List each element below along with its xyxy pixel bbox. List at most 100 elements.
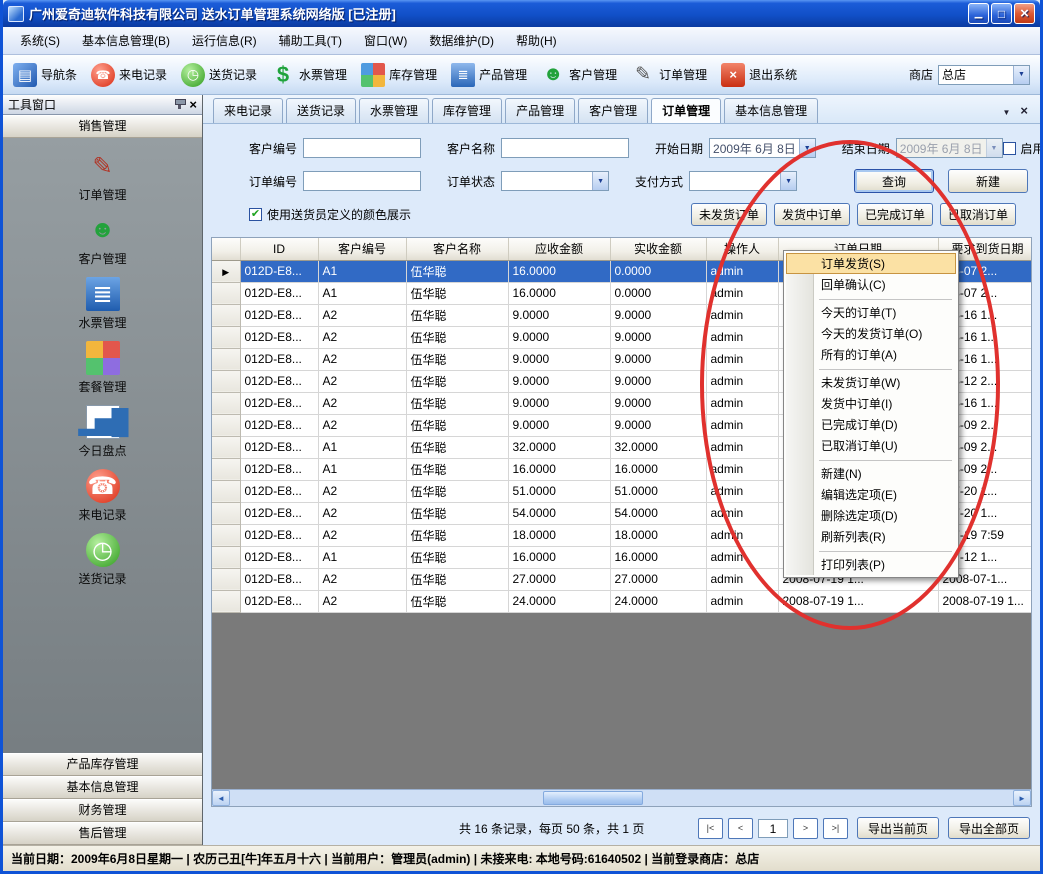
row-selector[interactable] <box>212 348 240 370</box>
menu-system[interactable]: 系统(S) <box>9 28 71 53</box>
menu-item-completed-orders[interactable]: 已完成订单(D) <box>786 414 956 435</box>
menu-item-today-orders[interactable]: 今天的订单(T) <box>786 302 956 323</box>
row-selector[interactable] <box>212 568 240 590</box>
sidebar-water-ticket-mgmt[interactable]: 水票管理 <box>3 270 202 334</box>
next-page-button[interactable]: > <box>793 818 818 839</box>
toolbar-inventory-button[interactable]: 库存管理 <box>355 60 443 90</box>
section-product-inventory[interactable]: 产品库存管理 <box>3 753 202 776</box>
menu-item-ship-order[interactable]: 订单发货(S) <box>786 253 956 274</box>
section-after-sales[interactable]: 售后管理 <box>3 822 202 845</box>
store-select[interactable]: 总店 <box>938 65 1030 85</box>
minimize-button[interactable] <box>968 3 989 24</box>
row-selector[interactable] <box>212 590 240 612</box>
scrollbar-thumb[interactable] <box>543 791 643 805</box>
row-selector[interactable] <box>212 304 240 326</box>
menu-tools[interactable]: 辅助工具(T) <box>268 28 353 53</box>
sidebar-daily-check[interactable]: 今日盘点 <box>3 398 202 462</box>
row-selector[interactable] <box>212 546 240 568</box>
column-header[interactable]: 操作人 <box>706 238 778 260</box>
menu-item-shipping-orders[interactable]: 发货中订单(I) <box>786 393 956 414</box>
close-button[interactable] <box>1014 3 1035 24</box>
delivery-color-checkbox[interactable] <box>249 208 262 221</box>
tab-dropdown-icon[interactable] <box>1002 104 1010 118</box>
horizontal-scrollbar[interactable] <box>212 789 1031 806</box>
customer-name-input[interactable] <box>501 138 629 158</box>
column-header[interactable] <box>212 238 240 260</box>
menu-window[interactable]: 窗口(W) <box>353 28 418 53</box>
filter-cancelled-button[interactable]: 已取消订单 <box>940 203 1016 226</box>
page-number-input[interactable]: 1 <box>758 819 788 838</box>
order-status-select[interactable] <box>501 171 609 191</box>
tab-delivery-log[interactable]: 送货记录 <box>286 98 356 123</box>
first-page-button[interactable]: |< <box>698 818 723 839</box>
column-header[interactable]: ID <box>240 238 318 260</box>
scroll-right-icon[interactable] <box>1013 790 1031 806</box>
new-button[interactable]: 新建 <box>948 169 1028 193</box>
menu-item-delete-selected[interactable]: 删除选定项(D) <box>786 505 956 526</box>
menu-item-new[interactable]: 新建(N) <box>786 463 956 484</box>
menu-item-today-shipments[interactable]: 今天的发货订单(O) <box>786 323 956 344</box>
prev-page-button[interactable]: < <box>728 818 753 839</box>
column-header[interactable]: 客户名称 <box>406 238 508 260</box>
row-selector[interactable] <box>212 458 240 480</box>
column-header[interactable]: 实收金额 <box>610 238 706 260</box>
column-header[interactable]: 客户编号 <box>318 238 406 260</box>
maximize-button[interactable] <box>991 3 1012 24</box>
toolbar-exit-button[interactable]: 退出系统 <box>715 60 803 90</box>
context-menu-item[interactable] <box>786 365 956 372</box>
sidebar-order-mgmt[interactable]: 订单管理 <box>3 142 202 206</box>
scroll-left-icon[interactable] <box>212 790 230 806</box>
row-selector[interactable] <box>212 282 240 304</box>
toolbar-nav-button[interactable]: 导航条 <box>7 60 83 90</box>
menu-run-info[interactable]: 运行信息(R) <box>181 28 268 53</box>
sidebar-delivery-log[interactable]: 送货记录 <box>3 526 202 590</box>
row-selector[interactable] <box>212 414 240 436</box>
menu-item-unshipped-orders[interactable]: 未发货订单(W) <box>786 372 956 393</box>
tab-inventory[interactable]: 库存管理 <box>432 98 502 123</box>
filter-shipping-button[interactable]: 发货中订单 <box>774 203 850 226</box>
pin-icon[interactable] <box>178 100 181 109</box>
query-button[interactable]: 查询 <box>854 169 934 193</box>
sidebar-call-log[interactable]: 来电记录 <box>3 462 202 526</box>
row-selector[interactable] <box>212 392 240 414</box>
column-header[interactable]: 应收金额 <box>508 238 610 260</box>
section-basic-info[interactable]: 基本信息管理 <box>3 776 202 799</box>
sidebar-close-icon[interactable]: × <box>189 98 197 111</box>
last-page-button[interactable]: >| <box>823 818 848 839</box>
menu-item-confirm-receipt[interactable]: 回单确认(C) <box>786 274 956 295</box>
row-selector[interactable] <box>212 436 240 458</box>
menu-item-print-list[interactable]: 打印列表(P) <box>786 554 956 575</box>
context-menu-item[interactable] <box>786 295 956 302</box>
row-selector[interactable] <box>212 370 240 392</box>
scrollbar-track[interactable] <box>230 790 1013 806</box>
row-selector[interactable] <box>212 502 240 524</box>
export-current-page-button[interactable]: 导出当前页 <box>857 817 939 839</box>
section-finance[interactable]: 财务管理 <box>3 799 202 822</box>
menu-basic-info[interactable]: 基本信息管理(B) <box>71 28 181 53</box>
order-no-input[interactable] <box>303 171 421 191</box>
export-all-pages-button[interactable]: 导出全部页 <box>948 817 1030 839</box>
menu-help[interactable]: 帮助(H) <box>505 28 568 53</box>
toolbar-delivery-log-button[interactable]: 送货记录 <box>175 60 263 90</box>
enable-checkbox[interactable] <box>1003 142 1016 155</box>
start-date-picker[interactable]: 2009年 6月 8日 <box>709 138 816 158</box>
sidebar-customer-mgmt[interactable]: 客户管理 <box>3 206 202 270</box>
row-selector[interactable] <box>212 260 240 282</box>
toolbar-customer-button[interactable]: 客户管理 <box>535 60 623 90</box>
menu-data-maintenance[interactable]: 数据维护(D) <box>418 28 505 53</box>
tab-product[interactable]: 产品管理 <box>505 98 575 123</box>
context-menu-item[interactable] <box>786 547 956 554</box>
pay-method-select[interactable] <box>689 171 797 191</box>
toolbar-product-button[interactable]: 产品管理 <box>445 60 533 90</box>
toolbar-order-button[interactable]: 订单管理 <box>625 60 713 90</box>
row-selector[interactable] <box>212 524 240 546</box>
context-menu-item[interactable] <box>786 456 956 463</box>
filter-completed-button[interactable]: 已完成订单 <box>857 203 933 226</box>
tab-basic-info[interactable]: 基本信息管理 <box>724 98 818 123</box>
toolbar-call-log-button[interactable]: 来电记录 <box>85 60 173 90</box>
menu-item-refresh-list[interactable]: 刷新列表(R) <box>786 526 956 547</box>
tab-close-icon[interactable] <box>1020 103 1028 118</box>
table-row[interactable]: 012D-E8... A2 伍华聪 24.0000 24.0000 admin … <box>212 590 1032 612</box>
tab-water-ticket[interactable]: 水票管理 <box>359 98 429 123</box>
toolbar-water-ticket-button[interactable]: 水票管理 <box>265 60 353 90</box>
